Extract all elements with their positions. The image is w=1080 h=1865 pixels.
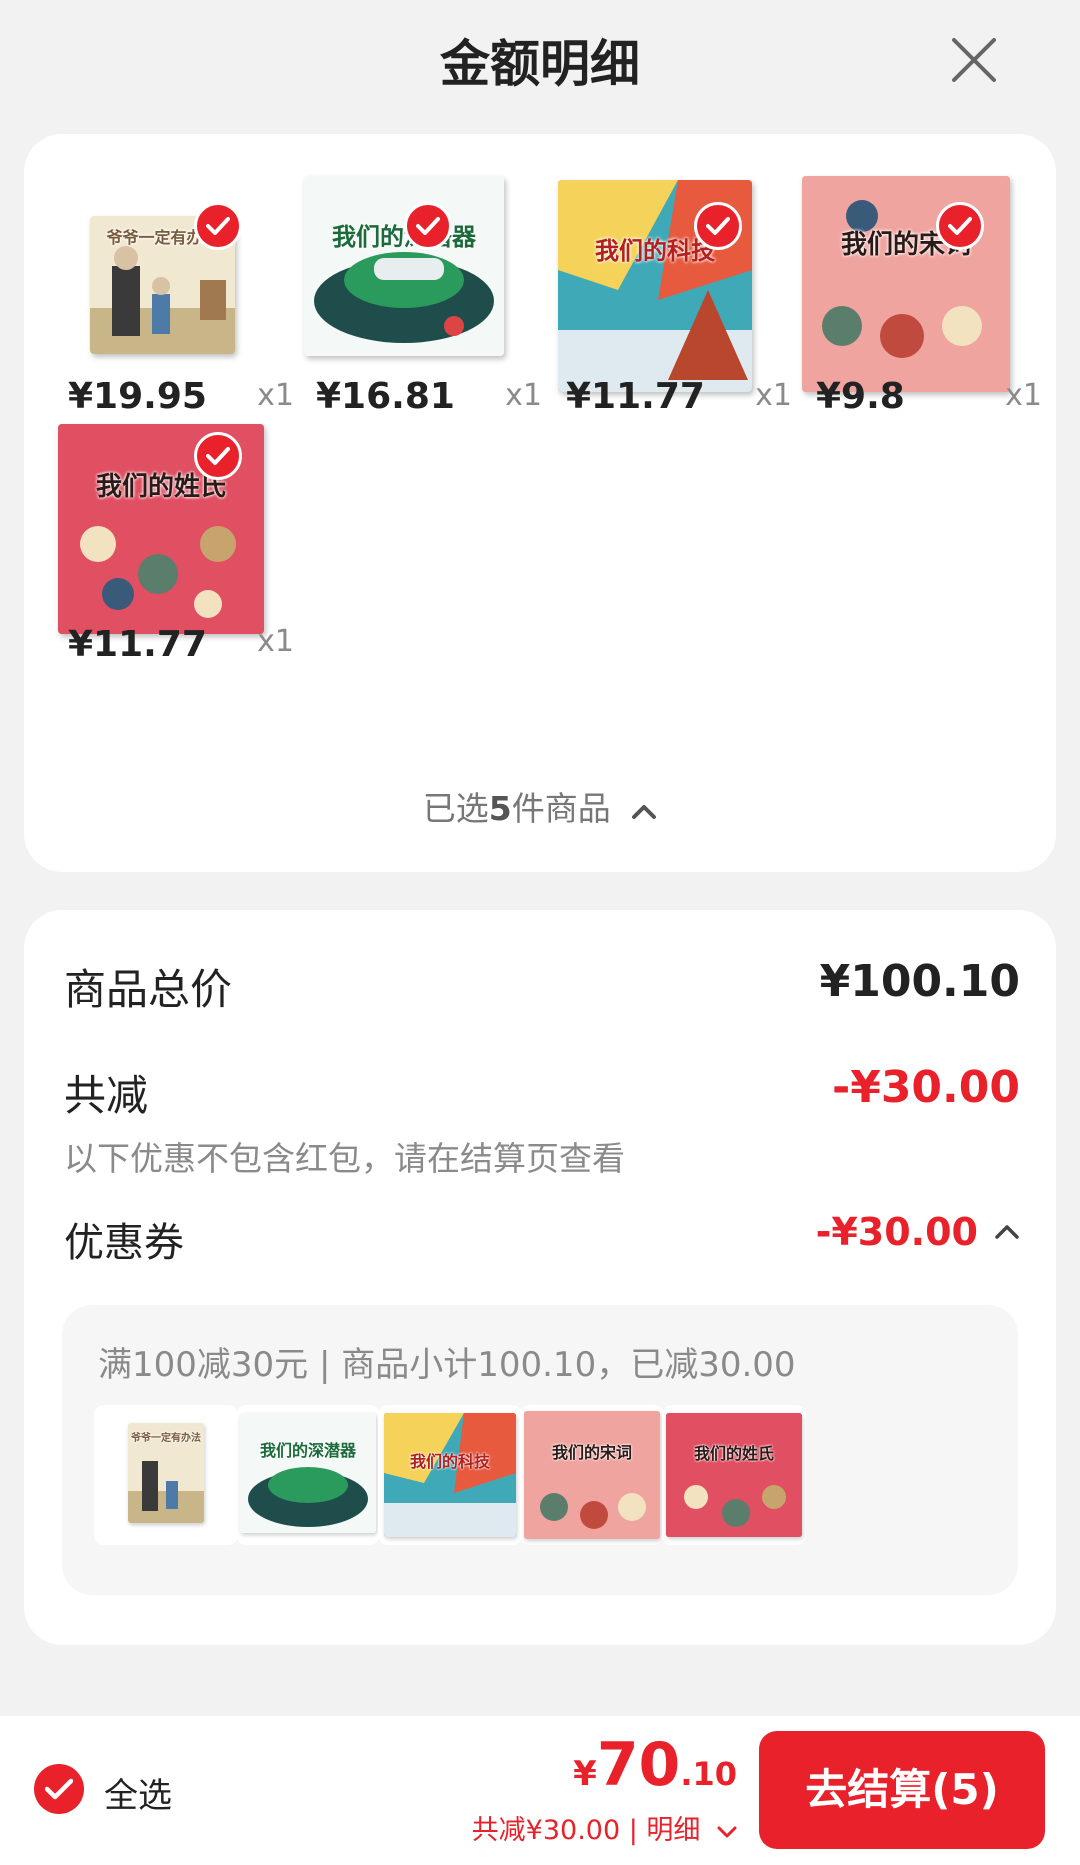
payable-total: ¥70.10 [573, 1730, 737, 1800]
book-cover: 我们的宋词 [802, 176, 1010, 392]
book-title: 我们的科技 [409, 1451, 490, 1471]
chevron-down-icon [717, 1826, 737, 1837]
select-all-label[interactable]: 全选 [104, 1768, 172, 1817]
price-details-card: 商品总价 ¥100.10 共减 -¥30.00 以下优惠不包含红包，请在结算页查… [24, 910, 1056, 1645]
book-title: 我们的姓氏 [693, 1444, 774, 1464]
currency-symbol: ¥ [573, 1754, 597, 1794]
selected-count-toggle[interactable]: 已选5件商品 [24, 782, 1056, 830]
page-title: 金额明细 [440, 35, 640, 93]
checked-icon[interactable] [194, 432, 242, 480]
coupon-description: 满100减30元 | 商品小计100.10，已减30.00 [98, 1345, 796, 1385]
checked-icon[interactable] [404, 202, 452, 250]
product-quantity: x1 [1005, 378, 1042, 413]
book-title: 我们的深潜器 [259, 1441, 356, 1460]
product-quantity: x1 [505, 378, 542, 413]
close-icon[interactable] [946, 32, 1002, 88]
product-item[interactable]: 我们的深潜器 ¥16.81 x1 [292, 174, 542, 474]
selected-suffix: 件商品 [511, 789, 611, 828]
book-title: 我们的宋词 [551, 1443, 632, 1463]
checked-icon[interactable] [694, 202, 742, 250]
coupon-detail-box: 满100减30元 | 商品小计100.10，已减30.00 爷爷一定有办法 我们… [62, 1305, 1018, 1595]
book-cover: 我们的深潜器 [304, 176, 504, 356]
total-integer: 70 [596, 1730, 681, 1800]
selected-prefix: 已选 [422, 789, 489, 828]
product-quantity: x1 [257, 624, 294, 659]
coupon-value[interactable]: -¥30.00 [816, 1210, 978, 1254]
coupon-product-thumbnail: 我们的宋词 [520, 1405, 664, 1545]
chevron-up-icon [632, 804, 657, 819]
coupon-product-thumbnail: 爷爷一定有办法 [94, 1405, 238, 1545]
header: 金额明细 [0, 0, 1080, 118]
product-item[interactable]: 我们的宋词 ¥9.8 x1 [792, 174, 1042, 474]
discount-value: -¥30.00 [831, 1062, 1020, 1113]
selected-products-card: 爷爷一定有办法 ¥19.95 x1 我们的深潜器 ¥16.81 x1 我们的科技… [24, 134, 1056, 872]
total-decimal: .10 [680, 1755, 737, 1793]
discount-label: 共减 [64, 1071, 149, 1120]
coupon-label: 优惠券 [64, 1220, 184, 1266]
checkout-button[interactable]: 去结算(5) [759, 1731, 1045, 1849]
product-item[interactable]: 我们的科技 ¥11.77 x1 [542, 174, 792, 474]
checked-icon[interactable] [936, 202, 984, 250]
product-price: ¥11.77 [68, 624, 207, 665]
discount-note: 以下优惠不包含红包，请在结算页查看 [64, 1139, 625, 1178]
coupon-product-thumbnail: 我们的深潜器 [236, 1405, 380, 1545]
selected-count: 5 [488, 789, 512, 828]
checked-icon[interactable] [194, 202, 242, 250]
total-price-label: 商品总价 [64, 965, 233, 1014]
total-price-value: ¥100.10 [819, 956, 1020, 1007]
coupon-product-thumbnail: 我们的姓氏 [662, 1405, 806, 1545]
chevron-up-icon[interactable] [994, 1222, 1020, 1240]
discount-detail-text: 共减¥30.00 | 明细 [471, 1815, 701, 1846]
product-price: ¥16.81 [316, 376, 455, 417]
checkout-bar: 全选 ¥70.10 共减¥30.00 | 明细 去结算(5) [0, 1716, 1080, 1865]
product-price: ¥19.95 [68, 376, 207, 417]
product-item[interactable]: 我们的姓氏 ¥11.77 x1 [44, 424, 294, 724]
select-all-checkbox[interactable] [34, 1764, 84, 1814]
product-quantity: x1 [755, 378, 792, 413]
product-quantity: x1 [257, 378, 294, 413]
book-title: 爷爷一定有办法 [131, 1433, 201, 1444]
product-price: ¥11.77 [566, 376, 705, 417]
coupon-product-thumbnail: 我们的科技 [378, 1405, 522, 1545]
discount-detail-toggle[interactable]: 共减¥30.00 | 明细 [472, 1808, 737, 1847]
product-price: ¥9.8 [816, 376, 905, 417]
